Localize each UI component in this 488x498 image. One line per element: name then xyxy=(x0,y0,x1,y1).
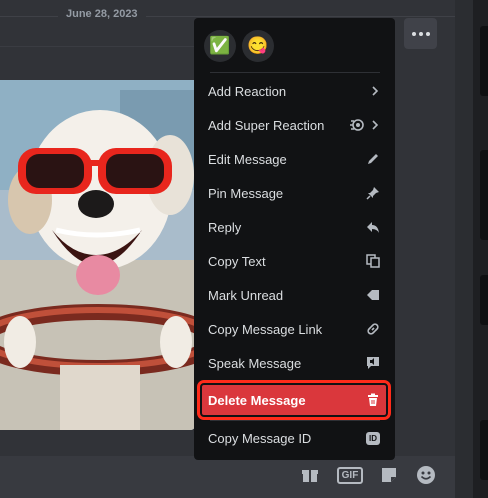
menu-item-copy-text[interactable]: Copy Text xyxy=(202,246,386,276)
date-divider-label: June 28, 2023 xyxy=(58,8,146,20)
menu-item-pin-message[interactable]: Pin Message xyxy=(202,178,386,208)
message-context-menu: ✅ 😋 Add Reaction Add Super Reaction Edit… xyxy=(194,18,395,460)
mark-unread-icon xyxy=(367,290,379,300)
menu-item-copy-message-id[interactable]: Copy Message ID ID xyxy=(202,423,386,453)
pencil-icon xyxy=(368,154,378,164)
reply-arrow-icon xyxy=(367,222,379,233)
yum-face-emoji-icon: 😋 xyxy=(247,36,269,55)
menu-item-label: Speak Message xyxy=(208,355,302,371)
menu-item-label: Delete Message xyxy=(208,392,306,408)
message-divider xyxy=(0,46,195,47)
more-options-button[interactable] xyxy=(404,18,437,49)
chevron-right-icon xyxy=(372,86,379,96)
quick-reaction-check[interactable]: ✅ xyxy=(204,30,236,62)
image-attachment[interactable] xyxy=(0,80,196,430)
menu-item-label: Mark Unread xyxy=(208,287,284,303)
menu-item-label: Edit Message xyxy=(208,151,287,167)
menu-separator xyxy=(210,72,380,73)
dot-icon xyxy=(418,31,423,36)
menu-item-label: Copy Text xyxy=(208,253,266,269)
menu-item-label: Copy Message ID xyxy=(208,430,312,446)
menu-item-label: Add Reaction xyxy=(208,83,287,99)
check-mark-emoji-icon: ✅ xyxy=(209,36,231,55)
menu-item-add-reaction[interactable]: Add Reaction xyxy=(202,76,386,106)
gif-label: GIF xyxy=(336,466,364,484)
menu-item-add-super-reaction[interactable]: Add Super Reaction xyxy=(202,110,386,140)
copy-icon xyxy=(366,254,380,268)
menu-separator xyxy=(210,381,380,382)
menu-item-mark-unread[interactable]: Mark Unread xyxy=(202,280,386,310)
quick-reactions: ✅ 😋 xyxy=(204,30,274,62)
emoji-icon[interactable] xyxy=(413,462,439,488)
gutter-tab xyxy=(480,150,488,240)
gift-icon[interactable] xyxy=(297,462,323,488)
menu-item-delete-message[interactable]: Delete Message xyxy=(197,380,391,420)
gutter-tab xyxy=(480,26,488,96)
gutter-tab xyxy=(480,275,488,325)
menu-item-reply[interactable]: Reply xyxy=(202,212,386,242)
menu-item-edit-message[interactable]: Edit Message xyxy=(202,144,386,174)
menu-item-speak-message[interactable]: Speak Message xyxy=(202,348,386,378)
sticker-icon[interactable] xyxy=(376,462,402,488)
dog-driving-image xyxy=(0,80,196,430)
quick-reaction-yum[interactable]: 😋 xyxy=(242,30,274,62)
menu-item-label: Reply xyxy=(208,219,242,235)
menu-item-copy-message-link[interactable]: Copy Message Link xyxy=(202,314,386,344)
pin-icon xyxy=(366,187,379,200)
gif-button[interactable]: GIF xyxy=(336,462,364,488)
menu-item-label: Copy Message Link xyxy=(208,321,323,337)
dot-icon xyxy=(411,31,416,36)
dot-icon xyxy=(425,31,430,36)
menu-separator xyxy=(210,420,380,421)
trash-icon xyxy=(368,393,378,406)
menu-item-label: Add Super Reaction xyxy=(208,117,325,133)
speak-icon xyxy=(367,357,379,369)
chevron-right-icon xyxy=(372,120,379,130)
menu-item-label: Pin Message xyxy=(208,185,284,201)
link-icon xyxy=(367,323,379,335)
super-reaction-icon xyxy=(350,119,364,131)
id-badge-icon: ID xyxy=(366,431,380,445)
gutter-tab xyxy=(480,420,488,480)
